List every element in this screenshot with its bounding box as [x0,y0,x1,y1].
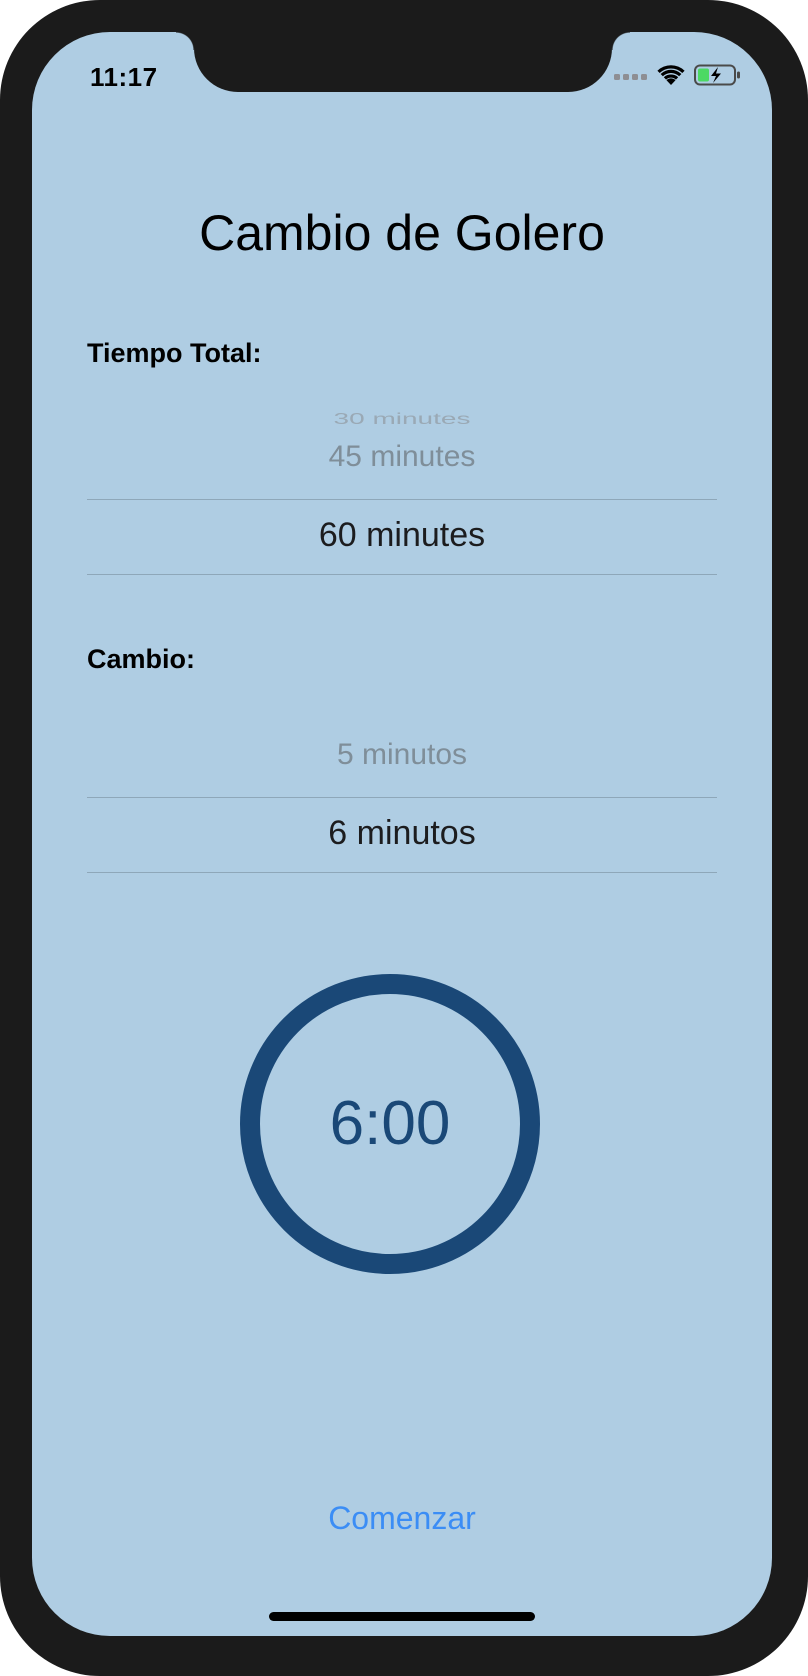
picker-selection-line-bottom [87,574,717,575]
change-label: Cambio: [87,644,195,674]
picker-selection-line-top [87,797,717,798]
battery-charging-icon [694,64,742,91]
cellular-dots-icon [614,68,648,86]
wifi-icon [656,64,686,91]
picker-option[interactable]: 5 minutos [87,738,717,772]
start-button[interactable]: Comenzar [32,1500,772,1537]
picker-option[interactable]: 45 minutes [87,440,717,474]
home-indicator [269,1612,535,1621]
device-notch [176,32,630,92]
timer-display: 6:00 [329,1089,451,1158]
picker-selected-option[interactable]: 60 minutes [87,516,717,555]
change-picker[interactable]: 5 minutos 6 minutos [87,712,717,882]
picker-selection-line-top [87,499,717,500]
status-icons [614,62,742,92]
total-time-picker[interactable]: 30 minutes 45 minutes 60 minutes [87,388,717,578]
picker-selected-option[interactable]: 6 minutos [87,814,717,853]
total-time-label: Tiempo Total: [87,338,262,368]
app-screen: 11:17 Cambio de Golero Tiempo Total: 30 … [32,32,772,1636]
status-time: 11:17 [90,62,158,92]
page-title: Cambio de Golero [199,205,605,261]
picker-option[interactable]: 30 minutes [87,410,717,428]
picker-selection-line-bottom [87,872,717,873]
phone-frame: 11:17 Cambio de Golero Tiempo Total: 30 … [0,0,808,1676]
